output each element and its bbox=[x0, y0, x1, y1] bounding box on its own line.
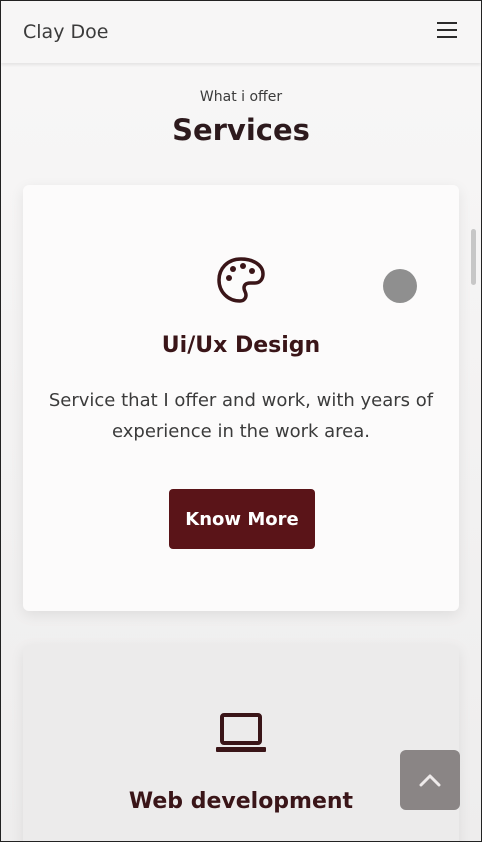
palette-icon bbox=[215, 255, 267, 309]
service-description: Service that I offer and work, with year… bbox=[48, 390, 434, 442]
service-title: Web development bbox=[128, 789, 354, 814]
scrollbar-thumb[interactable] bbox=[471, 229, 476, 285]
section-title: Services bbox=[172, 113, 310, 147]
app-frame: Clay Doe What i offer Services Ui/Ux Des… bbox=[0, 0, 482, 842]
hamburger-menu-icon[interactable] bbox=[437, 22, 457, 38]
service-title: Ui/Ux Design bbox=[161, 333, 321, 358]
scroll-to-top-button[interactable] bbox=[400, 750, 460, 810]
section-subtitle: What i offer bbox=[199, 89, 283, 105]
brand-logo[interactable]: Clay Doe bbox=[23, 21, 108, 43]
service-card-web-development: Web development bbox=[23, 645, 459, 841]
know-more-button[interactable]: Know More bbox=[169, 489, 315, 549]
service-card-uiux: Ui/Ux Design Service that I offer and wo… bbox=[23, 185, 459, 611]
laptop-icon bbox=[214, 711, 268, 761]
chevron-up-icon bbox=[419, 774, 441, 787]
touch-cursor-indicator bbox=[383, 269, 417, 303]
top-navbar: Clay Doe bbox=[1, 1, 481, 63]
